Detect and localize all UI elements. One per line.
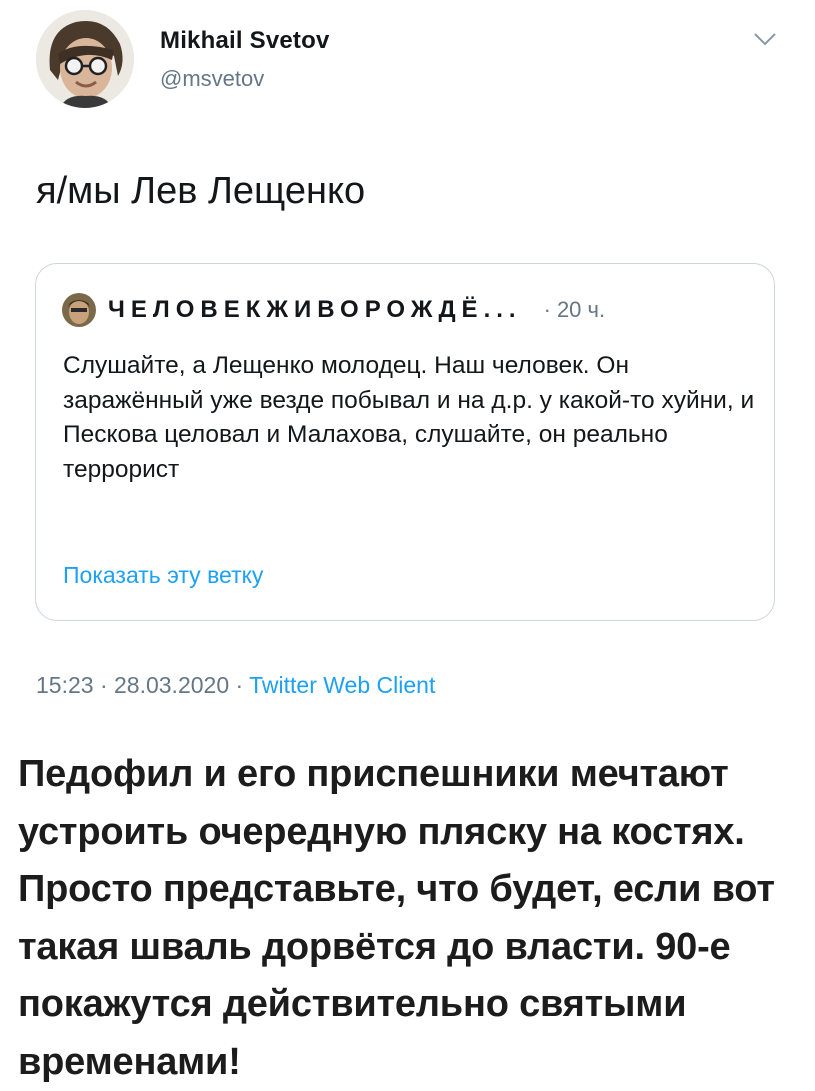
quoted-tweet-header: ЧЕЛОВЕКЖИВОРОЖДЁ... · 20 ч. (62, 292, 605, 328)
show-thread-link[interactable]: Показать эту ветку (63, 562, 263, 589)
avatar-image (36, 10, 134, 108)
author-avatar[interactable] (36, 10, 134, 108)
author-handle[interactable]: @msvetov (160, 66, 264, 92)
tweet-metadata: 15:23 · 28.03.2020 · Twitter Web Client (36, 672, 435, 699)
quoted-author-avatar (62, 293, 96, 327)
dot-separator: · (543, 297, 551, 322)
author-name[interactable]: Mikhail Svetov (160, 27, 330, 55)
tweet-card: Mikhail Svetov @msvetov я/мы Лев Лещенко… (0, 0, 815, 720)
quoted-tweet-text: Слушайте, а Лещенко молодец. Наш человек… (63, 352, 755, 483)
caption-text: Педофил и его приспешники мечтают устрои… (18, 753, 775, 1083)
quoted-author-name: ЧЕЛОВЕКЖИВОРОЖДЁ... (108, 296, 522, 323)
chevron-down-icon[interactable] (752, 30, 778, 48)
tweet-timestamp[interactable]: 15:23 · 28.03.2020 · (36, 672, 249, 698)
quoted-tweet[interactable]: ЧЕЛОВЕКЖИВОРОЖДЁ... · 20 ч. Слушайте, а … (35, 263, 775, 621)
client-link[interactable]: Twitter Web Client (249, 672, 435, 698)
quoted-time: 20 ч. (556, 297, 606, 322)
tweet-text: я/мы Лев Лещенко (36, 170, 366, 212)
